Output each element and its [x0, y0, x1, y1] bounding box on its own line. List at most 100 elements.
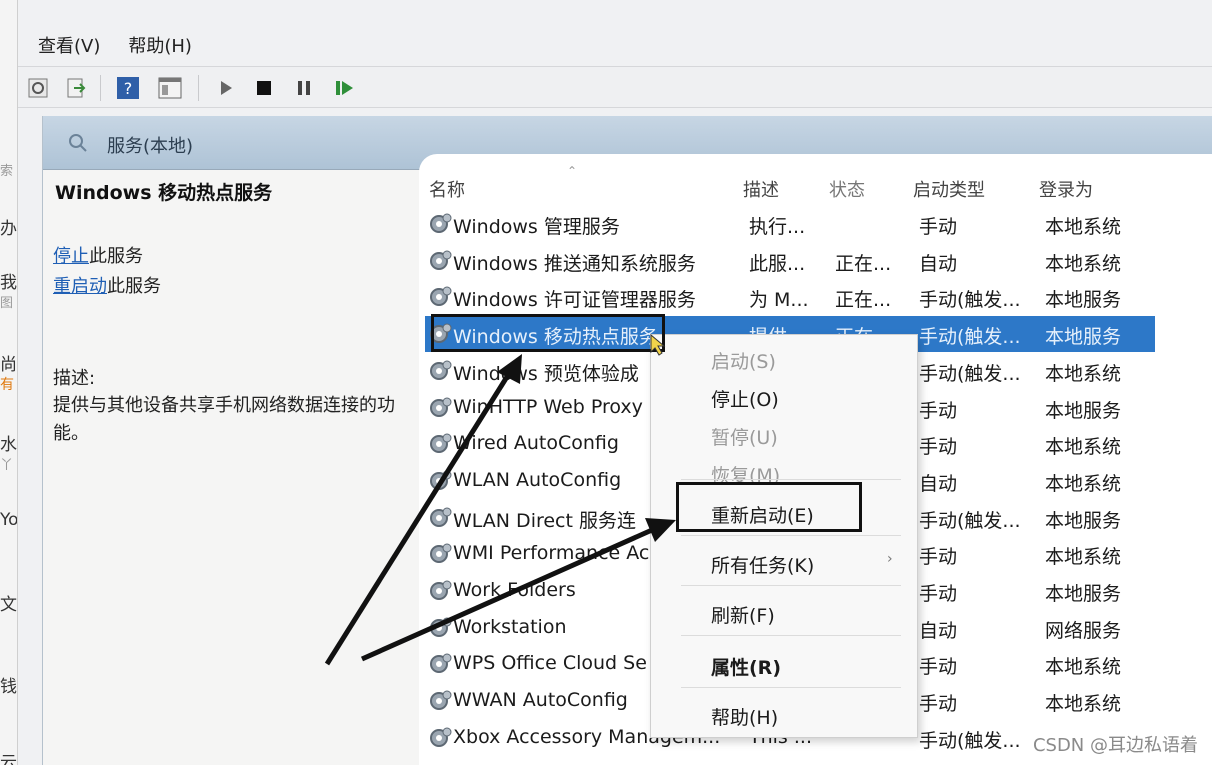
service-logon-cell: 本地系统 [1045, 546, 1122, 569]
service-startup-cell: 手动 [919, 436, 958, 459]
description-text: 提供与其他设备共享手机网络数据连接的功能。 [53, 395, 395, 444]
service-desc-cell: 此服... [749, 252, 806, 275]
menu-item-all-tasks[interactable]: 所有任务(K) [711, 551, 814, 578]
service-logon-cell: 本地服务 [1045, 509, 1122, 532]
svg-text:?: ? [124, 79, 133, 98]
service-startup-cell: 自动 [919, 472, 958, 495]
resume-service-icon[interactable] [330, 74, 358, 102]
column-header-status[interactable]: 状态 [829, 176, 865, 202]
service-gear-icon [427, 431, 453, 457]
refresh-view-icon[interactable] [24, 74, 52, 102]
toolbar: ? [18, 66, 1212, 108]
strip-fragment: Yo [0, 510, 18, 530]
service-logon-cell: 本地系统 [1045, 693, 1122, 716]
service-startup-cell: 手动(触发... [919, 509, 1021, 532]
strip-fragment: 图 [0, 296, 14, 311]
service-name-cell: WLAN Direct 服务连 [453, 509, 636, 532]
service-detail-pane: Windows 移动热点服务 停止此服务 重启动此服务 描述: 提供与其他设备共… [43, 170, 419, 765]
service-name-cell: Windows 预览体验成 [453, 362, 639, 385]
service-startup-cell: 手动 [919, 656, 958, 679]
service-logon-cell: 本地服务 [1045, 289, 1122, 312]
service-gear-icon [427, 468, 453, 494]
service-name-cell: Windows 推送通知系统服务 [453, 252, 696, 275]
strip-fragment: 钱 [0, 677, 17, 697]
service-logon-cell: 本地服务 [1045, 326, 1122, 349]
service-gear-icon [427, 284, 453, 310]
menu-view[interactable]: 查看(V) [38, 32, 100, 58]
service-startup-cell: 自动 [919, 252, 958, 275]
service-logon-cell: 本地系统 [1045, 656, 1122, 679]
restart-service-link[interactable]: 重启动 [53, 276, 107, 297]
menu-item-help[interactable]: 帮助(H) [711, 703, 778, 730]
menu-item-properties[interactable]: 属性(R) [711, 653, 781, 680]
menu-bar: 查看(V) 帮助(H) [18, 28, 1212, 62]
restart-service-suffix: 此服务 [107, 276, 161, 297]
service-gear-icon [427, 211, 453, 237]
annotation-box-selected-service [431, 314, 665, 352]
service-gear-icon [427, 395, 453, 421]
service-name-cell: Workstation [453, 615, 567, 638]
mouse-cursor-icon [650, 333, 666, 360]
service-startup-cell: 自动 [919, 619, 958, 642]
service-name-cell: Work Folders [453, 579, 576, 601]
stop-service-link[interactable]: 停止 [53, 246, 89, 267]
restart-service-line: 重启动此服务 [53, 272, 161, 298]
watermark: CSDN @耳边私语着 [1032, 735, 1198, 756]
service-startup-cell: 手动(触发... [919, 362, 1021, 385]
service-name-cell: WinHTTP Web Proxy [453, 395, 643, 418]
service-gear-icon [427, 651, 453, 677]
table-row[interactable]: Windows 推送通知系统服务 此服... 正在... 自动 本地系统 [425, 243, 1155, 279]
table-row[interactable]: Windows 管理服务 执行... 手动 本地系统 [425, 206, 1155, 242]
service-gear-icon [427, 615, 453, 641]
column-header-logon-as[interactable]: 登录为 [1039, 176, 1093, 202]
strip-fragment: 办 · [0, 219, 17, 239]
service-logon-cell: 本地系统 [1045, 216, 1122, 238]
service-name-cell: WLAN AutoConfig [453, 468, 622, 491]
service-gear-icon [427, 541, 453, 567]
strip-fragment: 索 [0, 164, 14, 179]
column-header-description[interactable]: 描述 [743, 176, 779, 202]
service-startup-cell: 手动 [919, 399, 958, 422]
start-service-icon[interactable] [212, 74, 240, 102]
background-browser-strip: 索 办 · 我 图 尚 有 水 丫 Yo 文 钱 云 [0, 0, 18, 765]
service-logon-cell: 本地服务 [1045, 399, 1122, 422]
service-status-cell: 正在... [835, 252, 892, 275]
show-console-tree-icon[interactable] [156, 74, 184, 102]
service-startup-cell: 手动(触发... [919, 326, 1021, 349]
service-name-cell: WPS Office Cloud Se [453, 652, 647, 675]
service-status-cell: 正在... [835, 289, 892, 312]
service-gear-icon [427, 578, 453, 604]
strip-fragment: 文 [0, 595, 17, 615]
table-row[interactable]: Windows 许可证管理器服务 为 M... 正在... 手动(触发... 本地服务 [425, 279, 1155, 315]
context-menu: 启动(S) 停止(O) 暂停(U) 恢复(M) 重新启动(E) 所有任务(K) … [650, 334, 918, 738]
menu-item-start[interactable]: 启动(S) [711, 347, 776, 374]
annotation-box-restart [676, 482, 862, 532]
pause-service-icon[interactable] [290, 74, 318, 102]
menu-help[interactable]: 帮助(H) [128, 32, 192, 58]
services-window: 查看(V) 帮助(H) ? 服务(本地) Windows 移动热点服务 停止此服… [18, 0, 1212, 765]
menu-item-pause[interactable]: 暂停(U) [711, 423, 778, 450]
column-header-name[interactable]: 名称 [429, 176, 465, 202]
service-logon-cell: 网络服务 [1045, 619, 1122, 642]
stop-service-icon[interactable] [250, 74, 278, 102]
selected-service-title: Windows 移动热点服务 [55, 182, 273, 204]
service-startup-cell: 手动 [919, 546, 958, 569]
menu-item-refresh[interactable]: 刷新(F) [711, 601, 775, 628]
service-startup-cell: 手动(触发... [919, 729, 1021, 752]
services-panel: 服务(本地) Windows 移动热点服务 停止此服务 重启动此服务 描述: 提… [42, 116, 1212, 765]
strip-fragment: 有 [0, 377, 14, 393]
service-startup-cell: 手动(触发... [919, 289, 1021, 312]
service-gear-icon [427, 725, 453, 751]
service-gear-icon [427, 248, 453, 274]
help-icon[interactable]: ? [114, 74, 142, 102]
service-logon-cell: 本地服务 [1045, 583, 1122, 605]
service-startup-cell: 手动 [919, 693, 958, 716]
pane-title: 服务(本地) [107, 136, 194, 157]
column-header-startup-type[interactable]: 启动类型 [913, 176, 985, 202]
strip-fragment: 水 [0, 435, 17, 455]
submenu-arrow-icon: › [887, 551, 893, 567]
service-logon-cell: 本地系统 [1045, 252, 1122, 275]
menu-item-stop[interactable]: 停止(O) [711, 385, 779, 412]
export-list-icon[interactable] [62, 74, 90, 102]
service-desc-cell: 为 M... [749, 289, 809, 312]
